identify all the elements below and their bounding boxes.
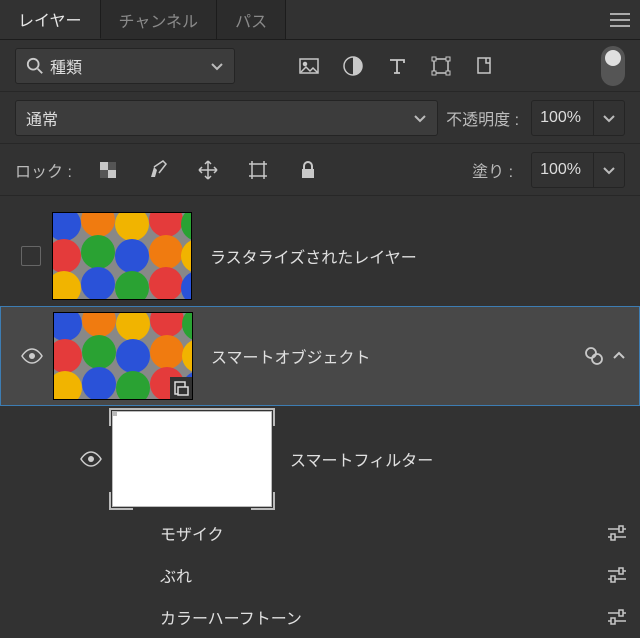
tab-paths[interactable]: パス [217, 0, 286, 39]
fill-field[interactable]: 100% [531, 152, 625, 188]
chevron-down-icon [413, 111, 427, 125]
filter-mask-thumbnail[interactable] [112, 411, 272, 507]
opacity-label: 不透明度 : [446, 106, 519, 130]
eye-icon [21, 347, 43, 365]
expand-toggle[interactable] [609, 349, 629, 363]
lock-position-icon[interactable] [190, 152, 226, 188]
layer-list: ラスタライズされたレイヤー [0, 196, 640, 638]
panel-menu-icon[interactable] [600, 13, 640, 27]
filter-item[interactable]: ぶれ [0, 554, 640, 596]
lock-row: ロック : 塗り : 100% [0, 144, 640, 196]
tab-layers[interactable]: レイヤー [0, 0, 101, 39]
lock-label: ロック : [15, 158, 72, 182]
kind-label: 種類 [50, 54, 204, 78]
filter-item[interactable]: カラーハーフトーン [0, 596, 640, 638]
filter-settings-icon[interactable] [602, 525, 632, 541]
smart-object-badge-icon [170, 377, 192, 399]
smart-filter-label: スマートフィルター [272, 447, 433, 471]
visibility-toggle[interactable] [70, 450, 112, 468]
opacity-field[interactable]: 100% [531, 100, 625, 136]
filter-type-icon[interactable] [379, 48, 415, 84]
smart-filter-header[interactable]: スマートフィルター [0, 406, 640, 512]
layer-thumbnail[interactable] [52, 212, 192, 300]
filter-shape-icon[interactable] [423, 48, 459, 84]
filter-name: ぶれ [160, 563, 602, 587]
filter-item[interactable]: モザイク [0, 512, 640, 554]
search-icon [26, 57, 44, 75]
chevron-down-icon [210, 59, 224, 73]
blend-row: 通常 不透明度 : 100% [0, 92, 640, 144]
filter-smart-icon[interactable] [467, 48, 503, 84]
filter-settings-icon[interactable] [602, 609, 632, 625]
panel-tabs: レイヤー チャンネル パス [0, 0, 640, 40]
lock-all-icon[interactable] [290, 152, 326, 188]
blend-mode-value: 通常 [26, 106, 413, 130]
chevron-down-icon [602, 163, 616, 177]
layer-row[interactable]: スマートオブジェクト [0, 306, 640, 406]
chevron-up-icon [612, 349, 626, 363]
kind-dropdown[interactable]: 種類 [15, 48, 235, 84]
visibility-toggle[interactable] [11, 347, 53, 365]
layer-row[interactable]: ラスタライズされたレイヤー [0, 206, 640, 306]
filter-settings-icon[interactable] [602, 567, 632, 583]
filter-row: 種類 [0, 40, 640, 92]
visibility-toggle[interactable] [10, 246, 52, 266]
layer-thumbnail[interactable] [53, 312, 193, 400]
eye-icon [80, 450, 102, 468]
fill-label: 塗り : [472, 158, 513, 182]
layer-name[interactable]: スマートオブジェクト [193, 344, 579, 368]
lock-transparency-icon[interactable] [90, 152, 126, 188]
filter-name: モザイク [160, 521, 602, 545]
opacity-value: 100% [540, 109, 581, 127]
smart-object-link-icon[interactable] [579, 346, 609, 366]
lock-pixels-icon[interactable] [140, 152, 176, 188]
filter-toggle[interactable] [601, 46, 625, 86]
tab-channels[interactable]: チャンネル [101, 0, 218, 39]
fill-value: 100% [540, 161, 581, 179]
lock-artboard-icon[interactable] [240, 152, 276, 188]
filter-pixel-icon[interactable] [291, 48, 327, 84]
filter-adjust-icon[interactable] [335, 48, 371, 84]
layer-name[interactable]: ラスタライズされたレイヤー [192, 244, 630, 268]
blend-mode-dropdown[interactable]: 通常 [15, 100, 438, 136]
filter-name: カラーハーフトーン [160, 605, 602, 629]
chevron-down-icon [602, 111, 616, 125]
